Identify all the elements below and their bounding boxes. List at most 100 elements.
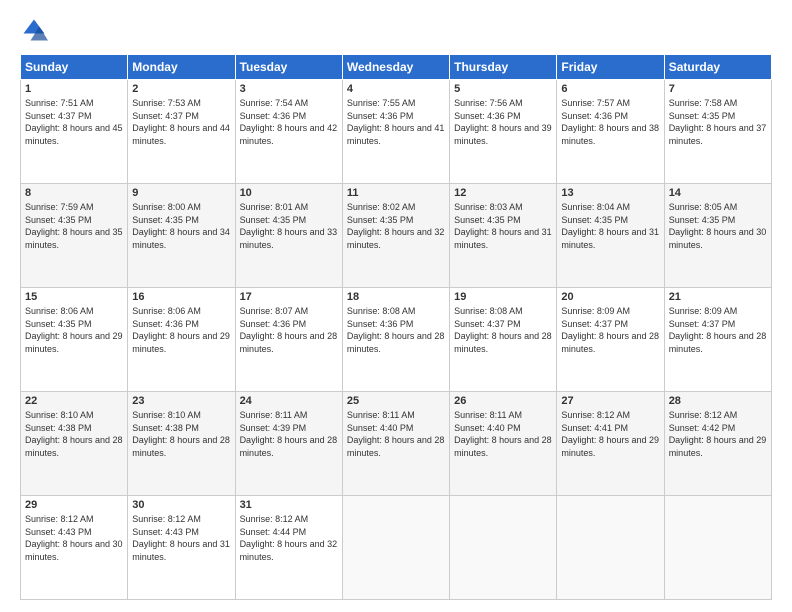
day-number: 23 xyxy=(132,395,230,407)
day-info: Sunrise: 7:54 AMSunset: 4:36 PMDaylight:… xyxy=(240,98,338,146)
day-info: Sunrise: 7:55 AMSunset: 4:36 PMDaylight:… xyxy=(347,98,445,146)
day-info: Sunrise: 8:12 AMSunset: 4:41 PMDaylight:… xyxy=(561,410,659,458)
week-row-3: 15 Sunrise: 8:06 AMSunset: 4:35 PMDaylig… xyxy=(21,288,772,392)
day-info: Sunrise: 8:10 AMSunset: 4:38 PMDaylight:… xyxy=(132,410,230,458)
day-number: 15 xyxy=(25,291,123,303)
day-number: 24 xyxy=(240,395,338,407)
calendar-cell: 31 Sunrise: 8:12 AMSunset: 4:44 PMDaylig… xyxy=(235,496,342,600)
day-number: 7 xyxy=(669,83,767,95)
day-info: Sunrise: 7:56 AMSunset: 4:36 PMDaylight:… xyxy=(454,98,552,146)
day-number: 21 xyxy=(669,291,767,303)
calendar-cell: 22 Sunrise: 8:10 AMSunset: 4:38 PMDaylig… xyxy=(21,392,128,496)
day-number: 11 xyxy=(347,187,445,199)
day-info: Sunrise: 8:08 AMSunset: 4:37 PMDaylight:… xyxy=(454,306,552,354)
day-info: Sunrise: 7:51 AMSunset: 4:37 PMDaylight:… xyxy=(25,98,123,146)
week-row-2: 8 Sunrise: 7:59 AMSunset: 4:35 PMDayligh… xyxy=(21,184,772,288)
calendar-cell: 14 Sunrise: 8:05 AMSunset: 4:35 PMDaylig… xyxy=(664,184,771,288)
calendar-cell: 7 Sunrise: 7:58 AMSunset: 4:35 PMDayligh… xyxy=(664,80,771,184)
weekday-wednesday: Wednesday xyxy=(342,55,449,80)
day-info: Sunrise: 8:12 AMSunset: 4:43 PMDaylight:… xyxy=(132,514,230,562)
calendar-cell: 16 Sunrise: 8:06 AMSunset: 4:36 PMDaylig… xyxy=(128,288,235,392)
day-number: 9 xyxy=(132,187,230,199)
calendar-cell: 8 Sunrise: 7:59 AMSunset: 4:35 PMDayligh… xyxy=(21,184,128,288)
day-info: Sunrise: 8:04 AMSunset: 4:35 PMDaylight:… xyxy=(561,202,659,250)
day-info: Sunrise: 7:59 AMSunset: 4:35 PMDaylight:… xyxy=(25,202,123,250)
calendar-cell: 4 Sunrise: 7:55 AMSunset: 4:36 PMDayligh… xyxy=(342,80,449,184)
day-number: 18 xyxy=(347,291,445,303)
calendar-cell: 15 Sunrise: 8:06 AMSunset: 4:35 PMDaylig… xyxy=(21,288,128,392)
weekday-header-row: SundayMondayTuesdayWednesdayThursdayFrid… xyxy=(21,55,772,80)
calendar-cell: 24 Sunrise: 8:11 AMSunset: 4:39 PMDaylig… xyxy=(235,392,342,496)
calendar-cell: 27 Sunrise: 8:12 AMSunset: 4:41 PMDaylig… xyxy=(557,392,664,496)
calendar-cell: 23 Sunrise: 8:10 AMSunset: 4:38 PMDaylig… xyxy=(128,392,235,496)
day-info: Sunrise: 8:00 AMSunset: 4:35 PMDaylight:… xyxy=(132,202,230,250)
calendar-cell: 26 Sunrise: 8:11 AMSunset: 4:40 PMDaylig… xyxy=(450,392,557,496)
day-number: 14 xyxy=(669,187,767,199)
day-info: Sunrise: 8:12 AMSunset: 4:44 PMDaylight:… xyxy=(240,514,338,562)
calendar-cell: 1 Sunrise: 7:51 AMSunset: 4:37 PMDayligh… xyxy=(21,80,128,184)
day-info: Sunrise: 8:10 AMSunset: 4:38 PMDaylight:… xyxy=(25,410,123,458)
calendar-cell: 5 Sunrise: 7:56 AMSunset: 4:36 PMDayligh… xyxy=(450,80,557,184)
day-number: 4 xyxy=(347,83,445,95)
day-info: Sunrise: 8:06 AMSunset: 4:35 PMDaylight:… xyxy=(25,306,123,354)
calendar-cell xyxy=(664,496,771,600)
day-number: 20 xyxy=(561,291,659,303)
day-info: Sunrise: 8:11 AMSunset: 4:39 PMDaylight:… xyxy=(240,410,338,458)
weekday-monday: Monday xyxy=(128,55,235,80)
calendar-cell xyxy=(342,496,449,600)
day-info: Sunrise: 8:11 AMSunset: 4:40 PMDaylight:… xyxy=(454,410,552,458)
day-number: 5 xyxy=(454,83,552,95)
calendar-cell xyxy=(450,496,557,600)
day-number: 12 xyxy=(454,187,552,199)
day-info: Sunrise: 8:09 AMSunset: 4:37 PMDaylight:… xyxy=(669,306,767,354)
day-info: Sunrise: 8:01 AMSunset: 4:35 PMDaylight:… xyxy=(240,202,338,250)
calendar-cell: 21 Sunrise: 8:09 AMSunset: 4:37 PMDaylig… xyxy=(664,288,771,392)
day-number: 19 xyxy=(454,291,552,303)
calendar-cell: 25 Sunrise: 8:11 AMSunset: 4:40 PMDaylig… xyxy=(342,392,449,496)
calendar-cell: 17 Sunrise: 8:07 AMSunset: 4:36 PMDaylig… xyxy=(235,288,342,392)
calendar-cell: 18 Sunrise: 8:08 AMSunset: 4:36 PMDaylig… xyxy=(342,288,449,392)
day-info: Sunrise: 8:05 AMSunset: 4:35 PMDaylight:… xyxy=(669,202,767,250)
day-info: Sunrise: 7:58 AMSunset: 4:35 PMDaylight:… xyxy=(669,98,767,146)
calendar-cell: 30 Sunrise: 8:12 AMSunset: 4:43 PMDaylig… xyxy=(128,496,235,600)
day-info: Sunrise: 7:57 AMSunset: 4:36 PMDaylight:… xyxy=(561,98,659,146)
weekday-tuesday: Tuesday xyxy=(235,55,342,80)
day-number: 25 xyxy=(347,395,445,407)
logo-icon xyxy=(20,16,48,44)
week-row-5: 29 Sunrise: 8:12 AMSunset: 4:43 PMDaylig… xyxy=(21,496,772,600)
day-info: Sunrise: 8:09 AMSunset: 4:37 PMDaylight:… xyxy=(561,306,659,354)
day-number: 27 xyxy=(561,395,659,407)
weekday-friday: Friday xyxy=(557,55,664,80)
day-number: 1 xyxy=(25,83,123,95)
calendar-cell: 19 Sunrise: 8:08 AMSunset: 4:37 PMDaylig… xyxy=(450,288,557,392)
day-number: 30 xyxy=(132,499,230,511)
day-info: Sunrise: 8:06 AMSunset: 4:36 PMDaylight:… xyxy=(132,306,230,354)
day-info: Sunrise: 8:07 AMSunset: 4:36 PMDaylight:… xyxy=(240,306,338,354)
calendar-cell: 2 Sunrise: 7:53 AMSunset: 4:37 PMDayligh… xyxy=(128,80,235,184)
day-info: Sunrise: 8:12 AMSunset: 4:43 PMDaylight:… xyxy=(25,514,123,562)
day-info: Sunrise: 8:03 AMSunset: 4:35 PMDaylight:… xyxy=(454,202,552,250)
day-number: 26 xyxy=(454,395,552,407)
day-number: 31 xyxy=(240,499,338,511)
day-number: 10 xyxy=(240,187,338,199)
calendar-cell: 28 Sunrise: 8:12 AMSunset: 4:42 PMDaylig… xyxy=(664,392,771,496)
calendar-cell: 20 Sunrise: 8:09 AMSunset: 4:37 PMDaylig… xyxy=(557,288,664,392)
calendar-cell: 10 Sunrise: 8:01 AMSunset: 4:35 PMDaylig… xyxy=(235,184,342,288)
calendar-cell: 9 Sunrise: 8:00 AMSunset: 4:35 PMDayligh… xyxy=(128,184,235,288)
day-info: Sunrise: 7:53 AMSunset: 4:37 PMDaylight:… xyxy=(132,98,230,146)
day-info: Sunrise: 8:02 AMSunset: 4:35 PMDaylight:… xyxy=(347,202,445,250)
day-number: 13 xyxy=(561,187,659,199)
day-info: Sunrise: 8:08 AMSunset: 4:36 PMDaylight:… xyxy=(347,306,445,354)
day-number: 16 xyxy=(132,291,230,303)
calendar-cell: 12 Sunrise: 8:03 AMSunset: 4:35 PMDaylig… xyxy=(450,184,557,288)
day-number: 2 xyxy=(132,83,230,95)
weekday-saturday: Saturday xyxy=(664,55,771,80)
calendar-cell: 29 Sunrise: 8:12 AMSunset: 4:43 PMDaylig… xyxy=(21,496,128,600)
weekday-sunday: Sunday xyxy=(21,55,128,80)
day-info: Sunrise: 8:11 AMSunset: 4:40 PMDaylight:… xyxy=(347,410,445,458)
day-number: 8 xyxy=(25,187,123,199)
calendar-table: SundayMondayTuesdayWednesdayThursdayFrid… xyxy=(20,54,772,600)
calendar-cell xyxy=(557,496,664,600)
calendar-cell: 6 Sunrise: 7:57 AMSunset: 4:36 PMDayligh… xyxy=(557,80,664,184)
day-number: 28 xyxy=(669,395,767,407)
